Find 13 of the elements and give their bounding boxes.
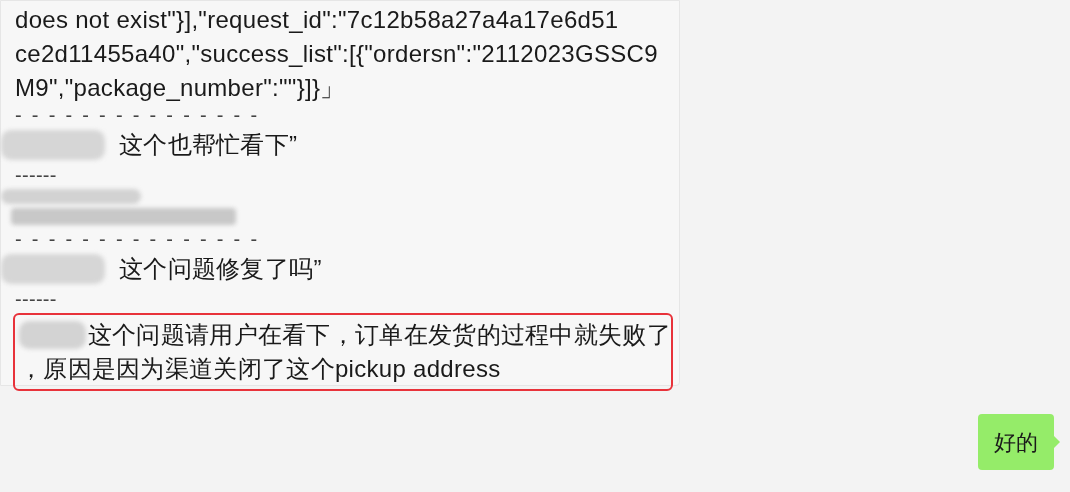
message-text: ，原因是因为渠道关闭了这个pickup address: [19, 354, 501, 384]
separator-text: - - - - - - - - - - - - - - -: [15, 105, 258, 125]
message-text: 好的: [994, 428, 1038, 457]
redacted-blur: [19, 321, 86, 349]
message-text: does not exist"}],"request_id":"7c12b58a27a4a17e6d51: [15, 5, 619, 35]
separator-text: - - - - - - - - - - - - - - -: [15, 229, 258, 249]
separator-text: ------: [15, 165, 57, 185]
message-text: ce2d11455a40","success_list":[{"ordersn":"2112023GSSC9: [15, 39, 658, 69]
message-text: M9","package_number":""}]}」: [15, 73, 345, 103]
message-text: 这个问题修复了吗”: [119, 254, 322, 284]
message-text: 这个也帮忙看下”: [119, 130, 298, 160]
separator-text: ------: [15, 289, 57, 309]
message-text: 这个问题请用户在看下，订单在发货的过程中就失败了: [87, 320, 671, 350]
